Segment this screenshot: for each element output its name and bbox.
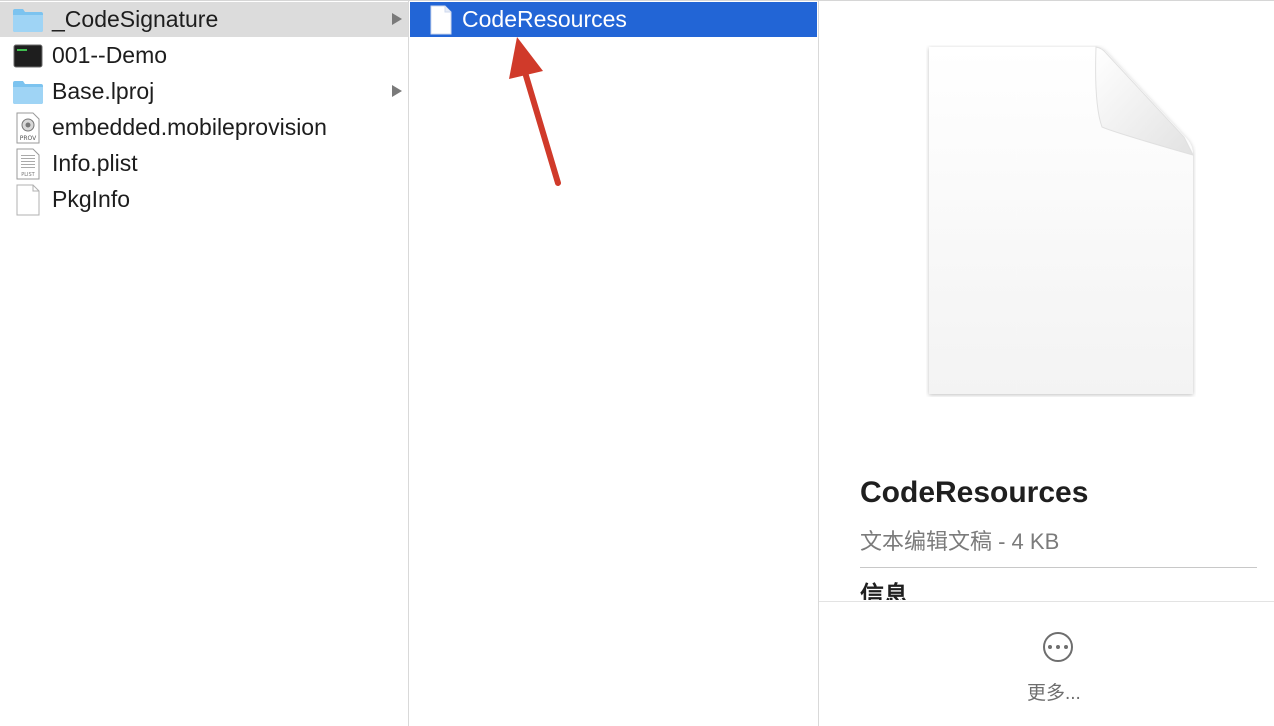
more-button[interactable]: 更多... <box>1024 630 1094 710</box>
disclosure-chevron-icon <box>392 85 402 97</box>
list-item-info-plist[interactable]: PLIST Info.plist <box>0 146 408 181</box>
column-1[interactable]: _CodeSignature 001--Demo Base.lproj PROV… <box>0 1 409 726</box>
blank-document-icon <box>425 5 457 35</box>
list-item-pkginfo[interactable]: PkgInfo <box>0 182 408 217</box>
svg-text:PLIST: PLIST <box>21 172 35 178</box>
list-item-001-demo[interactable]: 001--Demo <box>0 38 408 73</box>
list-item-label: embedded.mobileprovision <box>52 114 327 140</box>
column-2[interactable]: CodeResources <box>409 1 819 726</box>
provisioning-profile-icon: PROV <box>12 112 44 144</box>
preview-footer: 更多... <box>819 601 1274 726</box>
plist-document-icon: PLIST <box>12 148 44 180</box>
svg-text:PROV: PROV <box>20 135 37 142</box>
folder-icon <box>12 78 44 106</box>
list-item-label: PkgInfo <box>52 186 130 212</box>
preview-file-kind: 文本编辑文稿 - 4 KB <box>860 529 1060 554</box>
list-item-label: Base.lproj <box>52 78 155 104</box>
more-label: 更多... <box>1027 683 1081 704</box>
disclosure-chevron-icon <box>392 13 402 25</box>
list-item-base-lproj[interactable]: Base.lproj <box>0 74 408 109</box>
list-item-label: Info.plist <box>52 150 138 176</box>
blank-document-icon <box>12 184 44 216</box>
finder-column-view: _CodeSignature 001--Demo Base.lproj PROV… <box>0 0 1274 726</box>
preview-file-name: CodeResources <box>860 476 1089 509</box>
list-item-label: CodeResources <box>462 6 627 32</box>
list-item-coderesources[interactable]: CodeResources <box>410 2 817 37</box>
list-item-label: 001--Demo <box>52 42 168 68</box>
info-heading: 信息 <box>860 582 908 600</box>
folder-icon <box>12 6 44 34</box>
preview-pane: CodeResources 文本编辑文稿 - 4 KB 信息 更多... <box>819 1 1274 726</box>
list-item-label: _CodeSignature <box>52 6 219 32</box>
divider <box>860 567 1257 568</box>
document-preview-icon <box>929 46 1194 394</box>
list-item-embedded-mobileprovision[interactable]: PROV embedded.mobileprovision <box>0 110 408 145</box>
list-item-codesignature[interactable]: _CodeSignature <box>0 2 408 37</box>
ellipsis-circle-icon <box>1043 632 1073 662</box>
terminal-exec-icon <box>12 42 44 70</box>
